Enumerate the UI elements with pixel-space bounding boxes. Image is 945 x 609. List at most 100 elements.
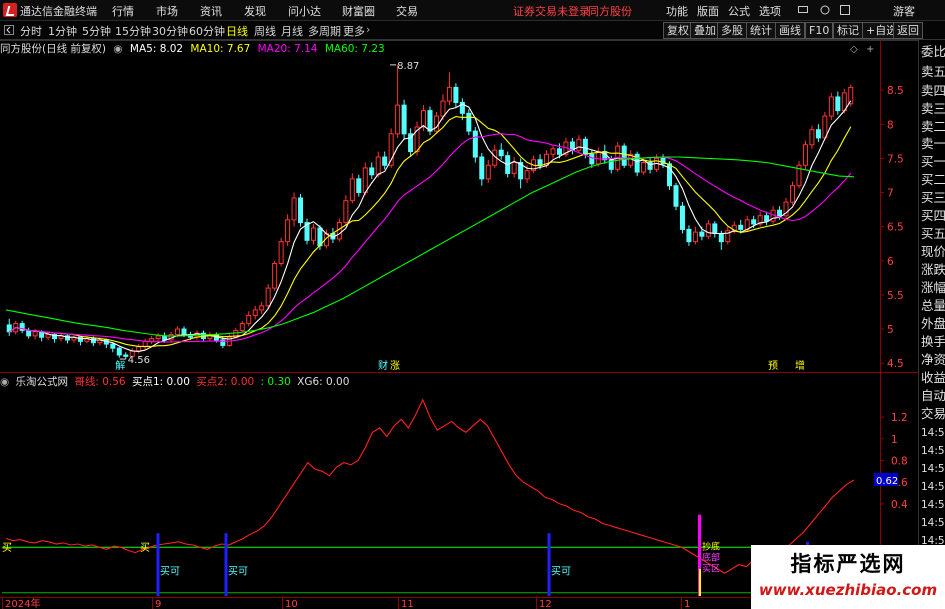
side-panel-item[interactable]: 卖二 [921, 119, 945, 134]
candle-body-down [582, 138, 588, 155]
side-panel-item[interactable]: 买一 [921, 154, 945, 169]
side-panel-item[interactable]: 换手 [921, 334, 945, 349]
indicator-xg6: XG6: 0.00 [297, 376, 350, 388]
menu-caifuquan[interactable]: 财富圈 [342, 3, 375, 19]
candle-body-up [692, 231, 698, 243]
low-price-label: 4.56 [128, 355, 150, 366]
back-arrow-icon[interactable] [4, 25, 14, 35]
menu-faxian[interactable]: 发现 [244, 3, 266, 19]
candle-body-up [239, 323, 245, 331]
menu-gongshi[interactable]: 公式 [728, 3, 750, 19]
side-panel-item[interactable]: 卖三 [921, 101, 945, 116]
side-panel-item[interactable]: 买五 [921, 226, 945, 241]
price-tick-label: 6 [887, 256, 894, 268]
side-panel-item[interactable]: 卖四 [921, 83, 945, 98]
candle-body-down [738, 224, 744, 230]
tool-huaxian[interactable]: 画线 [775, 22, 805, 39]
tool-fuquan[interactable]: 复权 [663, 22, 693, 39]
more-chevron-icon[interactable]: › [366, 23, 370, 36]
period-monthly[interactable]: 月线 [281, 23, 303, 39]
period-30min[interactable]: 30分钟 [152, 23, 188, 39]
candle-body-down [298, 197, 304, 224]
guest-label[interactable]: 游客 [893, 3, 915, 19]
price-tick-label: 8 [887, 119, 894, 131]
ma5-value: MA5: 8.02 [129, 43, 184, 55]
settings-dot-icon[interactable]: ◉ [113, 43, 122, 55]
period-fenshi[interactable]: 分时 [20, 23, 42, 39]
tool-back[interactable]: 返回 [893, 22, 923, 39]
candle-body-down [777, 209, 783, 217]
tool-biaoji[interactable]: 标记 [833, 22, 863, 39]
date-label: 2024年 [5, 597, 40, 609]
side-panel-item[interactable]: 买三 [921, 190, 945, 205]
watermark: 指标严选网 www.xuezhibiao.com [751, 545, 945, 609]
add-icon: + [866, 44, 874, 55]
candle-body-down [401, 104, 407, 135]
period-60min[interactable]: 60分钟 [189, 23, 225, 39]
side-panel-item[interactable]: 现价 [921, 244, 945, 259]
period-weekly[interactable]: 周线 [254, 23, 276, 39]
caibao-event-label: 财 [378, 359, 388, 372]
tool-diejia[interactable]: 叠加 [690, 22, 720, 39]
indicator-header: ◉ 乐淘公式网 哥线: 0.56 买点1: 0.00 买点2: 0.00 : 0… [0, 374, 352, 389]
indicator-tick-label: 0.4 [891, 499, 908, 511]
side-panel-item[interactable]: 涨幅 [921, 280, 945, 295]
menu-jiaoyi[interactable]: 交易 [396, 3, 418, 19]
menu-hangqing[interactable]: 行情 [112, 3, 134, 19]
candle-body-down [162, 335, 168, 341]
tool-duogu[interactable]: 多股 [717, 22, 747, 39]
message-icon[interactable] [798, 5, 808, 15]
candle-body-down [453, 86, 459, 103]
candle-body-down [26, 329, 32, 337]
period-multi[interactable]: 多周期 [308, 23, 341, 39]
date-label: 10 [285, 599, 298, 609]
trading-app: 8.5 8 7.5 7 6.5 6 5.5 5 4.5 8.87 4.56 解 财涨 预 增 ◇ +1.2 1 0.… [0, 0, 945, 609]
diamond-icon: ◇ [850, 44, 858, 55]
menu-gongneng[interactable]: 功能 [666, 3, 688, 19]
side-panel-item[interactable]: 自动 [921, 388, 945, 403]
indicator-hline: 哥线: 0.56 [74, 376, 126, 388]
buy-signal-bar [547, 533, 551, 596]
trade-login-notice[interactable]: 证券交易未登录 [513, 3, 590, 19]
side-panel-item[interactable]: 外盘 [921, 316, 945, 331]
ma20-line [8, 133, 852, 343]
indicator-tick-label: 1.2 [891, 412, 908, 424]
tool-tongji[interactable]: 统计 [746, 22, 776, 39]
menu-xuanxiang[interactable]: 选项 [759, 3, 781, 19]
side-panel-item[interactable]: 收益 [921, 370, 945, 385]
side-panel-item[interactable]: 买二 [921, 172, 945, 187]
period-5min[interactable]: 5分钟 [82, 23, 111, 39]
tool-f10[interactable]: F10 [805, 22, 834, 39]
side-panel-item[interactable]: 涨跌 [921, 262, 945, 277]
side-panel-item[interactable]: 总量 [921, 298, 945, 313]
candle-body-up [802, 144, 808, 166]
side-panel-item[interactable]: 净资 [921, 352, 945, 367]
side-panel-item[interactable]: 卖一 [921, 136, 945, 151]
candle-body-up [310, 227, 316, 241]
candle-body-down [815, 129, 821, 139]
ma10-line [8, 116, 852, 347]
window-icon[interactable] [840, 5, 850, 15]
candle-body-up [375, 156, 381, 176]
side-panel-item[interactable]: 交易 [921, 406, 945, 421]
period-daily[interactable]: 日线 [226, 23, 248, 39]
ma10-value: MA10: 7.67 [190, 43, 251, 55]
menu-wenxiaoda[interactable]: 问小达 [288, 3, 321, 19]
candle-body-up [744, 219, 750, 230]
side-panel-item[interactable]: 卖五 [921, 64, 945, 79]
candle-body-up [641, 161, 647, 173]
skin-icon[interactable] [820, 5, 830, 15]
menu-zixun[interactable]: 资讯 [200, 3, 222, 19]
indicator-settings-icon[interactable]: ◉ [0, 376, 9, 388]
period-more[interactable]: 更多 [343, 23, 365, 39]
menu-shichang[interactable]: 市场 [156, 3, 178, 19]
side-panel-item[interactable]: 买四 [921, 208, 945, 223]
side-panel-time: 14:56 [921, 463, 945, 475]
period-1min[interactable]: 1分钟 [48, 23, 77, 39]
candle-body-up [343, 200, 349, 224]
side-panel-item[interactable]: 委比 [921, 44, 945, 59]
zeng-event-label: 增 [795, 359, 805, 372]
menu-banmian[interactable]: 版面 [697, 3, 719, 19]
date-label: 11 [401, 599, 414, 609]
period-15min[interactable]: 15分钟 [115, 23, 151, 39]
